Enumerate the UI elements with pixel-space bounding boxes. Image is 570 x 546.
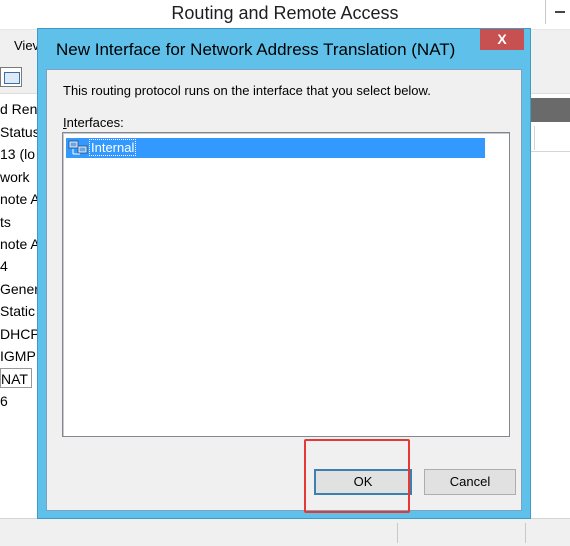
- network-interface-icon: [68, 140, 88, 155]
- minimize-button[interactable]: [545, 0, 570, 24]
- close-icon: X: [497, 31, 507, 47]
- status-separator: [397, 523, 398, 543]
- list-item-label: Internal: [88, 139, 137, 156]
- interfaces-label: Interfaces:: [63, 115, 124, 130]
- list-item-internal[interactable]: Internal: [66, 138, 485, 158]
- tree-item[interactable]: 13 (lo: [0, 144, 35, 164]
- cancel-button[interactable]: Cancel: [424, 469, 516, 495]
- details-column-header[interactable]: [528, 122, 570, 152]
- tree-item[interactable]: IGMP: [0, 346, 36, 366]
- tree-item[interactable]: work: [0, 167, 30, 187]
- dialog-title: New Interface for Network Address Transl…: [56, 40, 456, 59]
- interfaces-label-text: nterfaces:: [66, 115, 124, 130]
- details-pane-header: [528, 98, 570, 122]
- menu-view[interactable]: Viev: [14, 38, 39, 53]
- main-window-title: Routing and Remote Access: [171, 3, 399, 23]
- tree-item[interactable]: Static: [0, 301, 35, 321]
- console-tree: d Ren Status 13 (lo work note A ts note …: [0, 96, 40, 496]
- tree-item[interactable]: ts: [0, 212, 11, 232]
- main-window-titlebar: Routing and Remote Access: [0, 0, 570, 30]
- ok-button-highlight-annotation: [304, 439, 410, 513]
- dialog-body: This routing protocol runs on the interf…: [46, 69, 522, 511]
- tree-item-nat[interactable]: NAT: [0, 368, 32, 388]
- tree-item[interactable]: 4: [0, 256, 8, 276]
- tree-item[interactable]: Status: [0, 122, 40, 142]
- show-hide-tree-icon[interactable]: [0, 67, 22, 87]
- tree-item[interactable]: d Ren: [0, 99, 37, 119]
- dialog-description: This routing protocol runs on the interf…: [63, 83, 431, 98]
- tree-item[interactable]: 6: [0, 391, 8, 411]
- tree-item[interactable]: note A: [0, 234, 40, 254]
- nat-interface-dialog: New Interface for Network Address Transl…: [37, 28, 531, 519]
- tree-item[interactable]: note A: [0, 189, 40, 209]
- tree-item[interactable]: DHCP: [0, 324, 40, 344]
- tree-item[interactable]: Gener: [0, 279, 39, 299]
- close-button[interactable]: X: [480, 29, 524, 50]
- interfaces-list[interactable]: Internal: [62, 132, 510, 437]
- status-separator: [525, 523, 526, 543]
- status-bar: [0, 518, 570, 546]
